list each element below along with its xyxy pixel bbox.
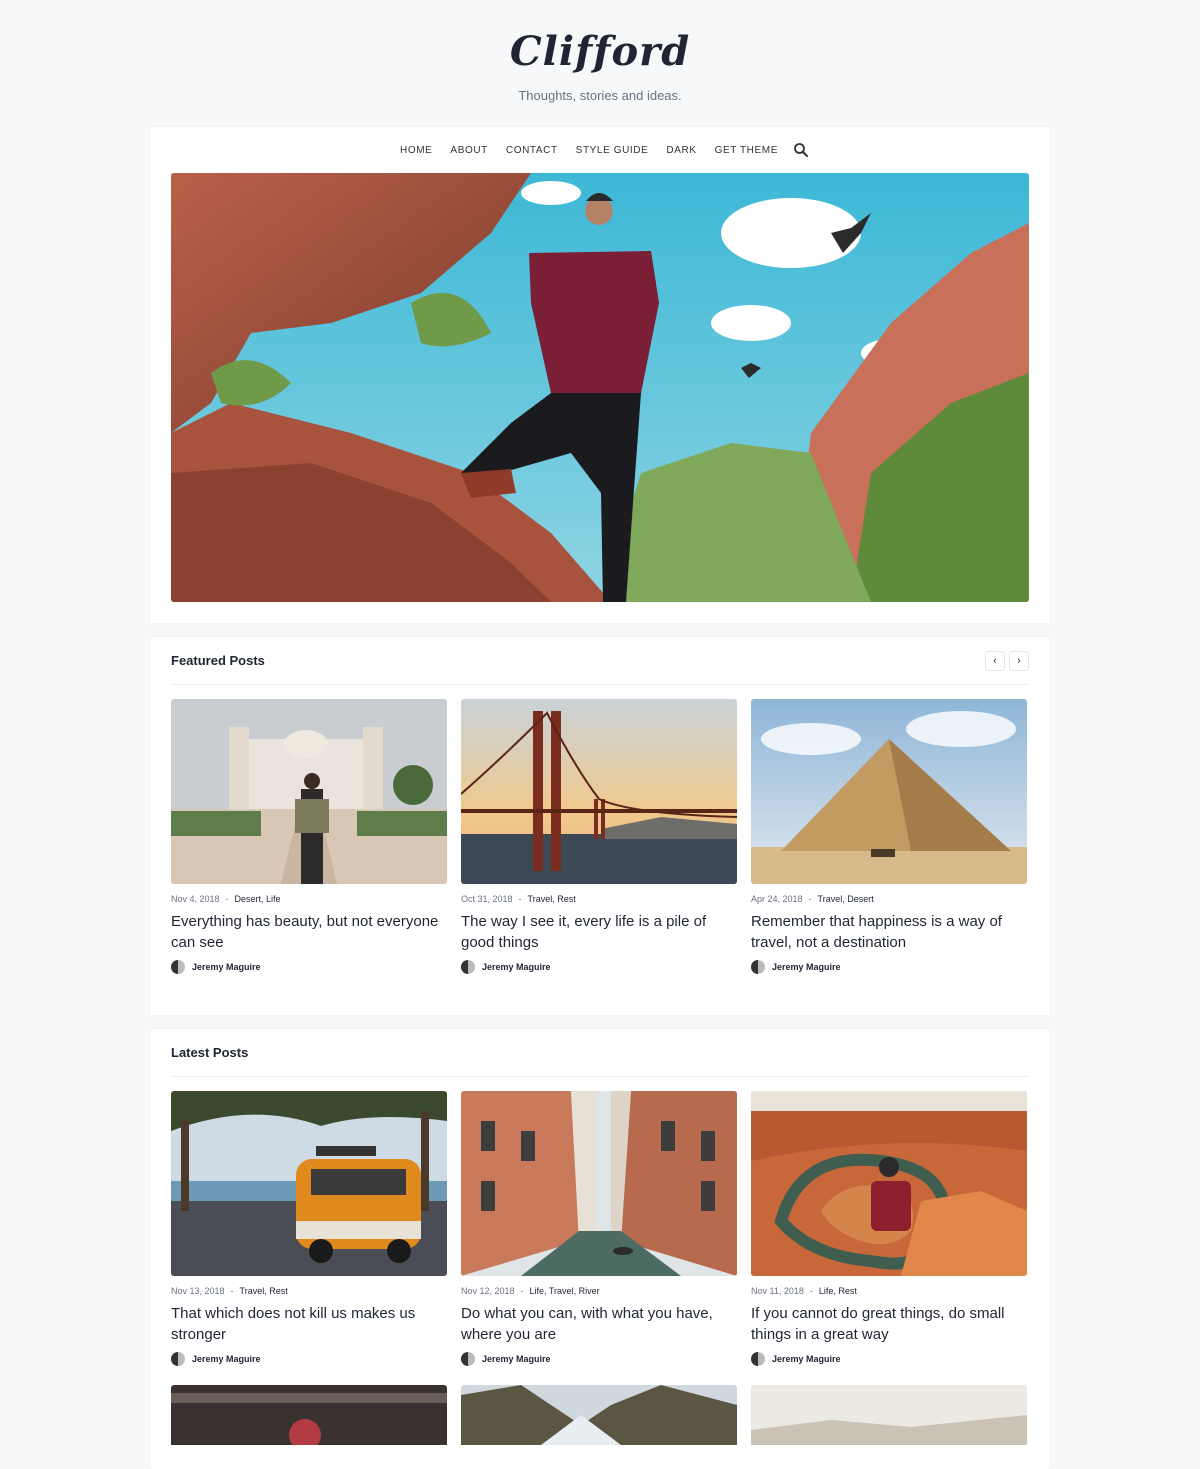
post-date: Nov 12, 2018 <box>461 1286 515 1296</box>
post-tags[interactable]: Travel, Rest <box>528 894 576 904</box>
site-header: Clifford Thoughts, stories and ideas. <box>0 0 1200 127</box>
featured-title: Featured Posts <box>171 653 265 668</box>
post-thumbnail[interactable] <box>461 1385 737 1445</box>
post-thumbnail[interactable] <box>171 1385 447 1445</box>
palace-traveler-photo[interactable] <box>171 699 447 884</box>
post-author[interactable]: Jeremy Maguire <box>171 960 447 974</box>
golden-gate-bridge-photo[interactable] <box>461 699 737 884</box>
pyramid-photo[interactable] <box>751 699 1027 884</box>
post-title[interactable]: Do what you can, with what you have, whe… <box>461 1303 737 1345</box>
post-thumbnail[interactable] <box>751 1385 1027 1445</box>
latest-post <box>171 1385 447 1445</box>
latest-post <box>461 1385 737 1445</box>
post-date: Nov 13, 2018 <box>171 1286 225 1296</box>
post-author[interactable]: Jeremy Maguire <box>461 960 737 974</box>
post-title[interactable]: The way I see it, every life is a pile o… <box>461 911 737 953</box>
latest-posts-card: Latest Posts Nov 13, 2018 - Travel, Rest… <box>150 1029 1050 1469</box>
avatar <box>171 1352 185 1366</box>
post-date: Apr 24, 2018 <box>751 894 803 904</box>
post-tags[interactable]: Travel, Rest <box>240 1286 288 1296</box>
post-author[interactable]: Jeremy Maguire <box>171 1352 447 1366</box>
hero-card: HOME ABOUT CONTACT STYLE GUIDE DARK GET … <box>150 127 1050 623</box>
latest-post: Nov 12, 2018 - Life, Travel, River Do wh… <box>461 1091 737 1366</box>
post-title[interactable]: That which does not kill us makes us str… <box>171 1303 447 1345</box>
avatar <box>751 960 765 974</box>
post-title[interactable]: Remember that happiness is a way of trav… <box>751 911 1027 953</box>
post-tags[interactable]: Life, Rest <box>819 1286 857 1296</box>
featured-header: Featured Posts ‹ › <box>171 637 1029 685</box>
author-name: Jeremy Maguire <box>482 1354 551 1364</box>
post-meta: Apr 24, 2018 - Travel, Desert <box>751 894 874 904</box>
avatar <box>461 1352 475 1366</box>
post-title[interactable]: Everything has beauty, but not everyone … <box>171 911 447 953</box>
nav-item-style-guide[interactable]: STYLE GUIDE <box>567 145 658 156</box>
author-name: Jeremy Maguire <box>192 962 261 972</box>
featured-post: Oct 31, 2018 - Travel, Rest The way I se… <box>461 699 737 974</box>
latest-post: Nov 11, 2018 - Life, Rest If you cannot … <box>751 1091 1027 1366</box>
post-author[interactable]: Jeremy Maguire <box>751 960 1027 974</box>
venice-canal-photo[interactable] <box>461 1091 737 1276</box>
post-meta: Nov 13, 2018 - Travel, Rest <box>171 1286 288 1296</box>
chevron-left-icon[interactable]: ‹ <box>985 650 1005 671</box>
orange-van-photo[interactable] <box>171 1091 447 1276</box>
featured-post: Apr 24, 2018 - Travel, Desert Remember t… <box>751 699 1027 974</box>
post-tags[interactable]: Desert, Life <box>235 894 281 904</box>
latest-post: Nov 13, 2018 - Travel, Rest That which d… <box>171 1091 447 1366</box>
post-author[interactable]: Jeremy Maguire <box>461 1352 737 1366</box>
post-tags[interactable]: Life, Travel, River <box>530 1286 600 1296</box>
nav-item-contact[interactable]: CONTACT <box>497 145 567 156</box>
author-name: Jeremy Maguire <box>772 1354 841 1364</box>
post-date: Nov 4, 2018 <box>171 894 220 904</box>
post-author[interactable]: Jeremy Maguire <box>751 1352 1027 1366</box>
post-date: Oct 31, 2018 <box>461 894 513 904</box>
nav-item-dark[interactable]: DARK <box>657 145 705 156</box>
nav-item-get-theme[interactable]: GET THEME <box>706 145 787 156</box>
author-name: Jeremy Maguire <box>482 962 551 972</box>
author-name: Jeremy Maguire <box>192 1354 261 1364</box>
post-meta: Oct 31, 2018 - Travel, Rest <box>461 894 576 904</box>
avatar <box>461 960 475 974</box>
main-nav: HOME ABOUT CONTACT STYLE GUIDE DARK GET … <box>150 127 1050 173</box>
nav-item-about[interactable]: ABOUT <box>441 145 496 156</box>
author-name: Jeremy Maguire <box>772 962 841 972</box>
avatar <box>171 960 185 974</box>
canyon-horseshoe-photo[interactable] <box>751 1091 1027 1276</box>
avatar <box>751 1352 765 1366</box>
search-icon[interactable] <box>793 142 809 158</box>
featured-post: Nov 4, 2018 - Desert, Life Everything ha… <box>171 699 447 974</box>
post-meta: Nov 12, 2018 - Life, Travel, River <box>461 1286 600 1296</box>
chevron-right-icon[interactable]: › <box>1009 650 1029 671</box>
post-title[interactable]: If you cannot do great things, do small … <box>751 1303 1027 1345</box>
latest-post <box>751 1385 1027 1445</box>
latest-title: Latest Posts <box>171 1045 249 1060</box>
post-date: Nov 11, 2018 <box>751 1286 804 1296</box>
post-meta: Nov 11, 2018 - Life, Rest <box>751 1286 857 1296</box>
hero-image[interactable] <box>171 173 1029 602</box>
site-logo[interactable]: Clifford <box>0 28 1200 76</box>
post-meta: Nov 4, 2018 - Desert, Life <box>171 894 281 904</box>
post-tags[interactable]: Travel, Desert <box>818 894 874 904</box>
featured-posts-card: Featured Posts ‹ › Nov 4, 2018 - Desert,… <box>150 637 1050 1015</box>
latest-header: Latest Posts <box>171 1029 1029 1077</box>
site-tagline: Thoughts, stories and ideas. <box>518 88 682 103</box>
nav-item-home[interactable]: HOME <box>391 145 441 156</box>
